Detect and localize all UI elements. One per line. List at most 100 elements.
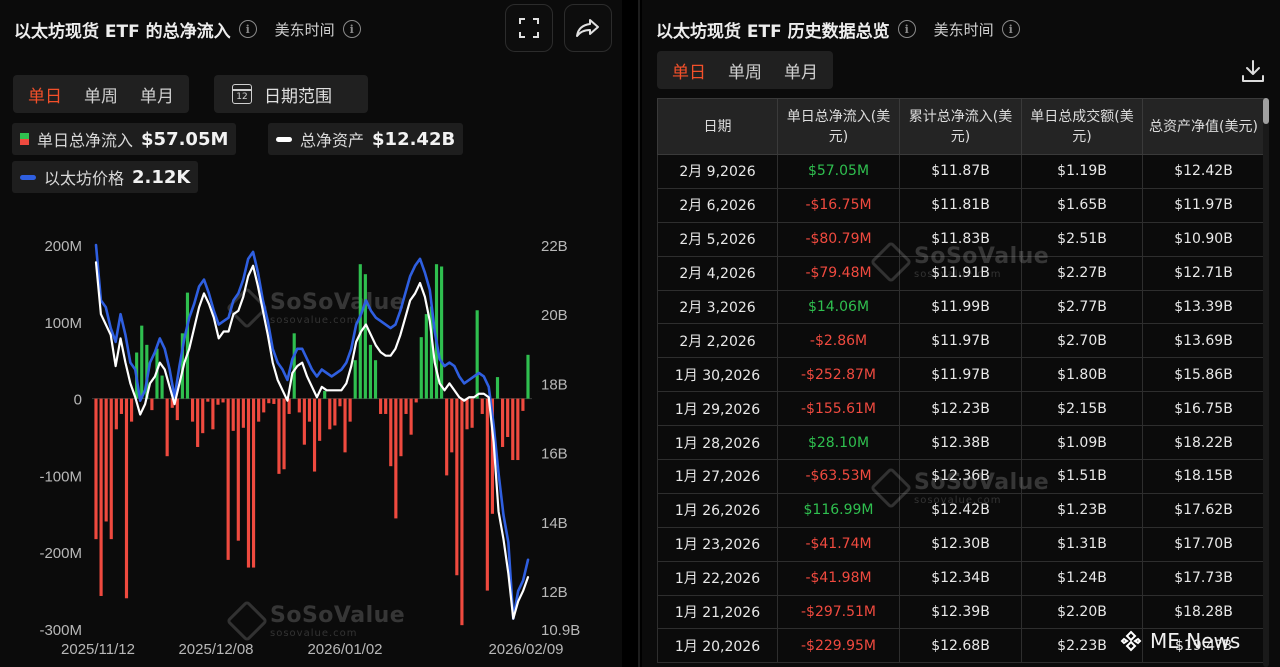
outflow-bar bbox=[445, 398, 449, 476]
y-right-tick-label: 10.9B bbox=[541, 622, 580, 639]
inflow-bar bbox=[292, 333, 296, 399]
timezone-info-icon[interactable]: i bbox=[342, 20, 361, 38]
share-button[interactable] bbox=[564, 4, 612, 52]
scrollbar-thumb[interactable] bbox=[1263, 98, 1269, 124]
cell-date: 2月 3,2026 bbox=[657, 289, 778, 325]
tab-weekly[interactable]: 单周 bbox=[73, 82, 129, 107]
outflow-bar bbox=[257, 398, 261, 422]
outflow-bar bbox=[343, 398, 347, 453]
cell-date: 1月 20,2026 bbox=[657, 628, 778, 664]
outflow-bar bbox=[501, 398, 505, 447]
fullscreen-button[interactable] bbox=[505, 4, 553, 52]
outflow-bar bbox=[460, 398, 464, 626]
column-header[interactable]: 单日总净流入(美元) bbox=[777, 98, 900, 155]
outflow-bar bbox=[231, 398, 235, 431]
inflow-bar bbox=[363, 274, 367, 399]
table-title: 以太坊现货 ETF 历史数据总览 bbox=[656, 21, 890, 42]
cell-date: 1月 27,2026 bbox=[657, 459, 778, 494]
outflow-bar bbox=[333, 398, 337, 426]
y-left-tick-label: -200M bbox=[39, 545, 82, 562]
outflow-bar bbox=[130, 398, 134, 422]
inflow-chart-panel: 以太坊现货 ETF 的总净流入 i 美东时间 i 单日 单周 单月 12 日期范… bbox=[0, 0, 622, 667]
cell-flow: -$41.74M bbox=[777, 526, 900, 562]
table-period-tabs: 单日 单周 单月 bbox=[657, 51, 833, 89]
legend-eth-price[interactable]: 以太坊价格 2.12K bbox=[12, 161, 199, 193]
outflow-bar bbox=[104, 398, 108, 522]
cell-flow: -$80.79M bbox=[777, 221, 900, 257]
timezone-info-icon[interactable]: i bbox=[1001, 20, 1020, 38]
line-swatch-icon bbox=[20, 174, 36, 180]
cell-date: 2月 4,2026 bbox=[657, 255, 778, 291]
outflow-bar bbox=[480, 398, 484, 414]
download-icon[interactable] bbox=[1240, 58, 1266, 84]
cell-flow: -$229.95M bbox=[777, 628, 900, 664]
x-tick-label: 2026/01/02 bbox=[307, 641, 382, 658]
inflow-bar bbox=[440, 266, 444, 399]
line-swatch-icon bbox=[276, 136, 292, 142]
cell-date: 1月 29,2026 bbox=[657, 391, 778, 427]
cell-vol: $2.70B bbox=[1021, 323, 1143, 359]
tab-weekly[interactable]: 单周 bbox=[717, 58, 773, 83]
info-icon[interactable]: i bbox=[238, 20, 257, 38]
outflow-bar bbox=[246, 398, 251, 568]
cell-flow: $28.10M bbox=[777, 425, 900, 461]
cell-cum: $12.30B bbox=[899, 526, 1022, 562]
tab-monthly[interactable]: 单月 bbox=[773, 58, 829, 83]
outflow-bar bbox=[465, 398, 469, 430]
panel-divider bbox=[638, 0, 640, 667]
outflow-bar bbox=[94, 398, 98, 540]
column-header[interactable]: 总资产净值(美元) bbox=[1142, 98, 1265, 155]
cell-vol: $1.51B bbox=[1021, 459, 1143, 494]
column-header[interactable]: 累计总净流入(美元) bbox=[899, 98, 1022, 155]
cell-date: 2月 9,2026 bbox=[657, 154, 778, 189]
inflow-bar bbox=[373, 360, 378, 399]
cell-cum: $12.38B bbox=[899, 425, 1022, 461]
inflow-bar bbox=[419, 337, 423, 399]
history-table-panel: 以太坊现货 ETF 历史数据总览 i 美东时间 i 单日 单周 单月 日期 单日总… bbox=[642, 0, 1280, 667]
cell-nav: $17.73B bbox=[1142, 560, 1265, 596]
tab-monthly[interactable]: 单月 bbox=[129, 82, 185, 107]
column-header[interactable]: 日期 bbox=[657, 98, 778, 155]
legend-net-assets[interactable]: 总净资产 $12.42B bbox=[268, 123, 464, 155]
table-row: 2月 4,2026 -$79.48M $11.91B $2.27B $12.71B bbox=[657, 255, 1265, 291]
legend-value: $57.05M bbox=[141, 128, 229, 150]
table-row: 2月 5,2026 -$80.79M $11.83B $2.51B $10.90B bbox=[657, 221, 1265, 257]
cell-date: 1月 21,2026 bbox=[657, 594, 778, 630]
legend-value: $12.42B bbox=[372, 128, 456, 150]
outflow-bar bbox=[221, 398, 225, 403]
cell-vol: $1.31B bbox=[1021, 526, 1143, 562]
cell-nav: $17.70B bbox=[1142, 526, 1265, 562]
info-icon[interactable]: i bbox=[897, 20, 916, 38]
date-range-button[interactable]: 12 日期范围 bbox=[214, 75, 368, 113]
inflow-bar bbox=[368, 344, 373, 399]
outflow-bar bbox=[241, 398, 245, 428]
outflow-bar bbox=[226, 398, 230, 560]
x-tick-label: 2026/02/09 bbox=[488, 641, 563, 658]
legend-daily-inflow[interactable]: 单日总净流入 $57.05M bbox=[12, 123, 237, 155]
tab-daily[interactable]: 单日 bbox=[17, 82, 73, 107]
table-scrollbar[interactable] bbox=[1263, 98, 1269, 667]
column-header[interactable]: 单日总成交额(美元) bbox=[1021, 98, 1143, 155]
tab-daily[interactable]: 单日 bbox=[661, 58, 717, 83]
outflow-bar bbox=[404, 398, 408, 414]
cell-vol: $2.77B bbox=[1021, 289, 1143, 325]
cell-nav: $18.15B bbox=[1142, 459, 1265, 494]
outflow-bar bbox=[338, 398, 342, 407]
outflow-bar bbox=[251, 398, 256, 568]
outflow-bar bbox=[450, 398, 454, 453]
cell-nav: $16.75B bbox=[1142, 391, 1265, 427]
y-right-tick-label: 20B bbox=[541, 307, 568, 324]
outflow-bar bbox=[216, 398, 220, 405]
history-table: 日期 单日总净流入(美元) 累计总净流入(美元) 单日总成交额(美元) 总资产净值(美元… bbox=[657, 98, 1265, 664]
table-row: 1月 29,2026 -$155.61M $12.23B $2.15B $16.75B bbox=[657, 391, 1265, 427]
outflow-bar bbox=[506, 398, 510, 437]
x-tick-label: 2025/11/12 bbox=[61, 641, 135, 658]
legend-label: 单日总净流入 bbox=[37, 131, 134, 150]
cell-flow: $57.05M bbox=[777, 154, 900, 189]
news-badge-text: ME News bbox=[1150, 629, 1241, 653]
outflow-bar bbox=[277, 398, 281, 474]
inflow-bar bbox=[495, 377, 500, 399]
outflow-bar bbox=[414, 398, 418, 403]
legend-label: 总净资产 bbox=[300, 131, 365, 150]
outflow-bar bbox=[282, 398, 286, 470]
